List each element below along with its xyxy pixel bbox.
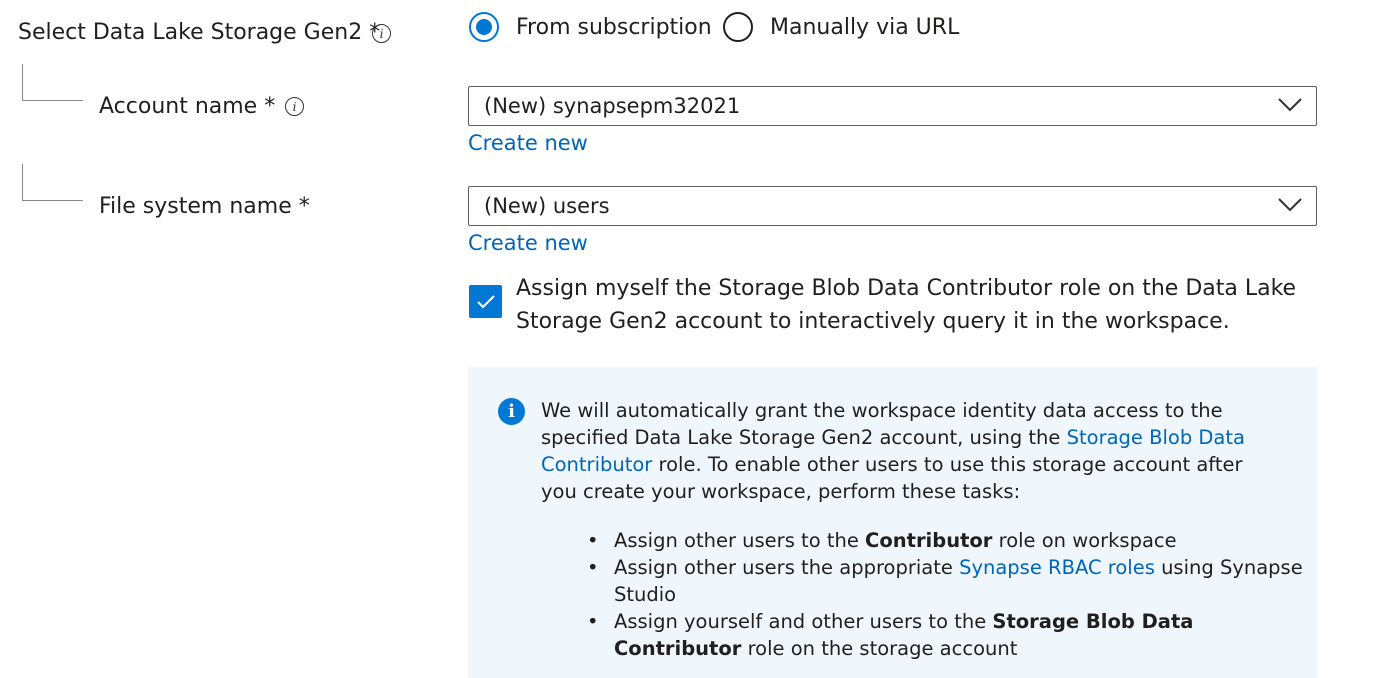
required-mark: * bbox=[298, 194, 310, 219]
file-system-name-label: File system name * bbox=[99, 194, 310, 219]
bullet-icon: • bbox=[587, 529, 599, 552]
bullet-icon: • bbox=[587, 556, 599, 579]
info-message-text: We will automatically grant the workspac… bbox=[541, 399, 1245, 503]
file-system-name-dropdown[interactable]: (New) users bbox=[468, 186, 1317, 226]
task-list: • Assign other users to the Contributor … bbox=[587, 527, 1304, 662]
create-new-file-system-link[interactable]: Create new bbox=[468, 231, 588, 255]
list-item: • Assign other users to the Contributor … bbox=[587, 529, 1177, 552]
role-assignment-checkbox[interactable] bbox=[469, 285, 502, 318]
info-filled-icon: i bbox=[498, 398, 525, 425]
radio-unselected-icon[interactable] bbox=[723, 12, 753, 42]
list-item: • Assign yourself and other users to the… bbox=[587, 610, 1194, 660]
info-message-box: i We will automatically grant the worksp… bbox=[468, 367, 1317, 678]
radio-label: From subscription bbox=[516, 14, 712, 40]
create-new-account-link[interactable]: Create new bbox=[468, 131, 588, 155]
tree-connector bbox=[22, 64, 83, 101]
required-mark: * bbox=[264, 94, 276, 119]
role-assignment-label: Assign myself the Storage Blob Data Cont… bbox=[516, 276, 1297, 334]
account-name-label: Account name * bbox=[99, 94, 276, 119]
dropdown-value: (New) users bbox=[484, 194, 610, 218]
radio-label: Manually via URL bbox=[770, 14, 960, 40]
bullet-icon: • bbox=[587, 610, 599, 633]
synapse-rbac-roles-link[interactable]: Synapse RBAC roles bbox=[959, 556, 1155, 579]
info-icon[interactable]: i bbox=[285, 97, 304, 116]
checkmark-icon bbox=[476, 294, 495, 308]
radio-from-subscription[interactable]: From subscription bbox=[469, 12, 712, 42]
account-name-dropdown[interactable]: (New) synapsepm32021 bbox=[468, 86, 1317, 126]
dropdown-value: (New) synapsepm32021 bbox=[484, 94, 741, 118]
radio-manually-via-url[interactable]: Manually via URL bbox=[723, 12, 959, 42]
list-item: • Assign other users the appropriate Syn… bbox=[587, 556, 1303, 606]
radio-selected-icon[interactable] bbox=[469, 12, 499, 42]
tree-connector bbox=[22, 164, 83, 201]
storage-selector-label: Select Data Lake Storage Gen2 * bbox=[18, 20, 381, 45]
info-icon[interactable]: i bbox=[372, 24, 391, 43]
chevron-down-icon bbox=[1278, 197, 1302, 216]
chevron-down-icon bbox=[1278, 97, 1302, 116]
